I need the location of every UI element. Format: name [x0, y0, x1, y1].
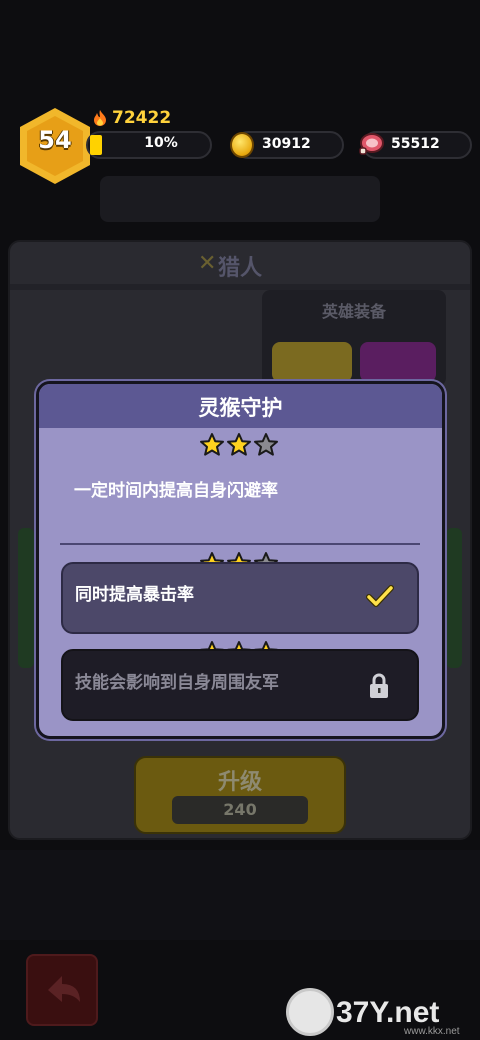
star-filled-icon — [200, 433, 224, 456]
star-filled-icon — [227, 433, 251, 456]
flame-icon — [94, 110, 106, 126]
hero-name: 猎人 — [217, 256, 262, 281]
skill-description: 一定时间内提高自身闪避率 — [74, 481, 278, 501]
side-skill-column-right — [446, 528, 462, 668]
upgrade-cost-value: 240 — [223, 800, 257, 819]
power-indicator: 72422 — [92, 107, 171, 129]
back-button[interactable] — [26, 954, 98, 1026]
back-arrow-icon — [48, 976, 80, 1002]
player-level: 54 — [38, 126, 72, 154]
meat-value: 55512 — [391, 136, 440, 152]
skill-title: 灵猴守护 — [198, 396, 283, 420]
lock-icon — [370, 673, 388, 698]
power-value: 72422 — [112, 108, 172, 128]
xp-percent: 10% — [144, 135, 178, 151]
equip-slot-weapon[interactable] — [272, 342, 352, 382]
upgrade-label: 升级 — [217, 770, 262, 795]
watermark-sub: www.kkx.net — [404, 1026, 460, 1037]
gold-coin-icon — [230, 132, 254, 158]
gold-value: 30912 — [262, 136, 311, 152]
hero-roster-strip — [0, 850, 480, 940]
modal-divider — [60, 543, 420, 545]
dim-top-banner — [100, 176, 380, 222]
star-empty-icon — [254, 433, 278, 456]
option2-text: 技能会影响到自身周围友军 — [75, 673, 279, 693]
watermark-brand: 37Y.net — [336, 996, 440, 1029]
equip-slot-glove[interactable] — [360, 342, 436, 382]
option1-text: 同时提高暴击率 — [75, 585, 194, 605]
side-skill-column-left — [18, 528, 34, 668]
hero-equip-label: 英雄装备 — [321, 302, 386, 321]
skill-star-rating — [199, 432, 279, 458]
check-icon — [366, 585, 394, 607]
meat-icon — [359, 133, 384, 155]
watermark-logo — [286, 988, 334, 1036]
